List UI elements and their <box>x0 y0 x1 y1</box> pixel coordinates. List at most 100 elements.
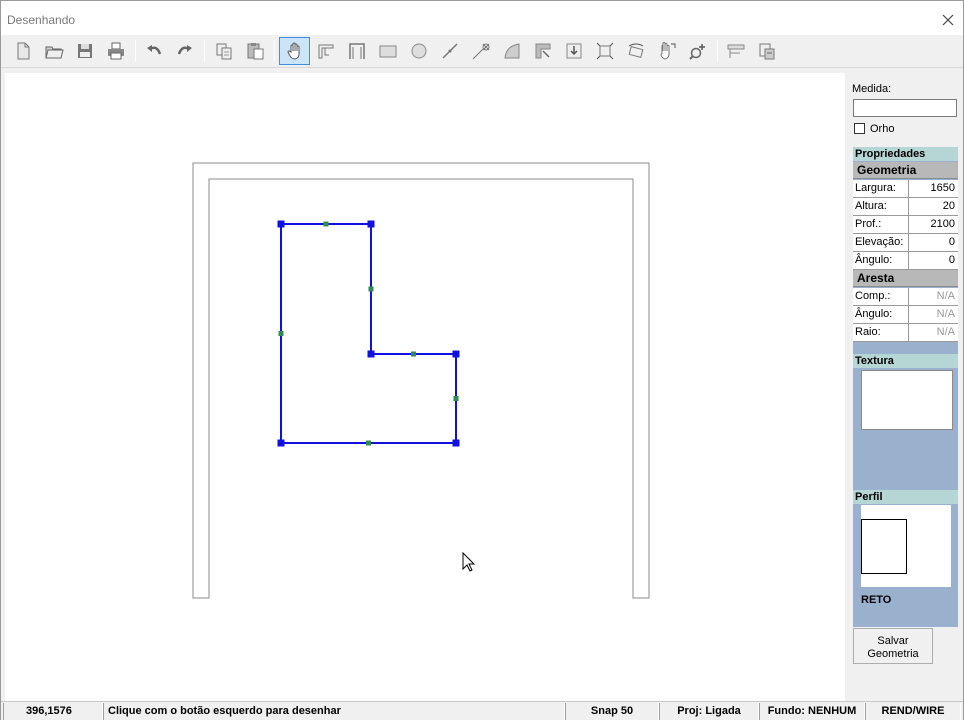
vertex-handle[interactable] <box>277 220 285 228</box>
frame-tool-button[interactable] <box>343 37 371 65</box>
salvar-geometria-button[interactable]: Salvar Geometria <box>853 628 933 664</box>
property-row-comp[interactable]: Comp.: N/A <box>853 288 958 306</box>
insert-tool-button[interactable] <box>560 37 588 65</box>
vertex-handle[interactable] <box>367 220 375 228</box>
save-icon <box>78 44 92 58</box>
perfil-preview[interactable] <box>861 505 951 587</box>
edge-midpoint-handle[interactable] <box>366 440 371 446</box>
perfil-value: RETO <box>861 594 892 606</box>
vertex-handle[interactable] <box>277 439 285 447</box>
line-tool-button[interactable] <box>436 37 464 65</box>
property-value[interactable]: 20 <box>910 198 957 215</box>
copy-button[interactable] <box>210 37 238 65</box>
stair-tool-button[interactable] <box>312 37 340 65</box>
paste-button[interactable] <box>241 37 269 65</box>
properties-box: Propriedades Geometria Largura: 1650 Alt… <box>853 147 958 627</box>
open-folder-icon <box>45 46 64 59</box>
property-row-largura[interactable]: Largura: 1650 <box>853 180 958 198</box>
edge-midpoint-handle[interactable] <box>453 396 459 401</box>
move-tool-button[interactable] <box>653 37 681 65</box>
shelf-icon <box>727 44 745 58</box>
toolbar-separator <box>204 40 205 62</box>
resize-icon <box>596 42 614 60</box>
pan-tool-button[interactable] <box>279 37 310 65</box>
new-file-button[interactable] <box>9 37 37 65</box>
vertex-handle[interactable] <box>367 350 375 358</box>
l-shape-outline[interactable] <box>280 223 457 444</box>
paste-icon <box>247 43 264 60</box>
property-row-prof[interactable]: Prof.: 2100 <box>853 216 958 234</box>
vertex-handle[interactable] <box>452 350 460 358</box>
shelf-tool-button[interactable] <box>722 37 750 65</box>
close-button[interactable] <box>937 9 959 31</box>
property-row-altura[interactable]: Altura: 20 <box>853 198 958 216</box>
arc-tool-button[interactable] <box>498 37 526 65</box>
save-file-button[interactable] <box>71 37 99 65</box>
close-icon <box>942 14 954 26</box>
property-value[interactable]: 0 <box>910 252 957 269</box>
open-file-button[interactable] <box>40 37 68 65</box>
medida-input[interactable] <box>853 99 957 117</box>
edge-midpoint-handle[interactable] <box>278 331 284 336</box>
drawing-surface[interactable] <box>5 73 845 701</box>
circle-tool-button[interactable] <box>405 37 433 65</box>
property-value: N/A <box>936 326 955 338</box>
property-value: N/A <box>936 290 955 302</box>
status-rend[interactable]: REND/WIRE <box>865 703 961 720</box>
arc-icon <box>504 43 520 59</box>
copy-icon <box>216 43 232 60</box>
status-proj[interactable]: Proj: Ligada <box>659 703 759 720</box>
export-tool-button[interactable] <box>753 37 781 65</box>
save-button-line2: Geometria <box>867 648 919 660</box>
new-file-icon <box>17 42 30 60</box>
room-wall-outline <box>192 162 650 599</box>
property-label: Elevação: <box>853 234 909 251</box>
insert-icon <box>566 43 582 59</box>
property-value[interactable]: 0 <box>910 234 957 251</box>
rectangle-tool-button[interactable] <box>374 37 402 65</box>
frame-icon <box>349 43 365 59</box>
properties-panel: Medida: Orho Propriedades Geometria Larg… <box>847 73 963 701</box>
redo-button[interactable] <box>171 37 199 65</box>
circle-icon <box>411 43 427 59</box>
scissors-icon <box>472 43 490 60</box>
status-fundo[interactable]: Fundo: NENHUM <box>759 703 865 720</box>
medida-label: Medida: <box>852 83 892 95</box>
rotate-icon <box>628 43 644 59</box>
orho-label: Orho <box>870 123 895 135</box>
edge-midpoint-handle[interactable] <box>411 351 416 357</box>
mouse-cursor-icon <box>462 551 476 572</box>
rotate-tool-button[interactable] <box>622 37 650 65</box>
l-shape-geometry[interactable] <box>277 220 460 447</box>
propriedades-header: Propriedades <box>853 147 958 161</box>
print-button[interactable] <box>102 37 130 65</box>
orho-checkbox[interactable] <box>854 123 865 134</box>
drawing-canvas[interactable] <box>5 73 845 701</box>
status-coords: 396,1576 <box>3 703 103 720</box>
vertex-handle[interactable] <box>452 439 460 447</box>
perfil-shape <box>861 519 907 574</box>
toolbar-divider <box>1 67 963 68</box>
textura-preview[interactable] <box>861 370 953 430</box>
property-row-angulo[interactable]: Ângulo: 0 <box>853 252 958 270</box>
property-row-elevacao[interactable]: Elevação: 0 <box>853 234 958 252</box>
stair-icon <box>318 44 334 59</box>
property-value[interactable]: 1650 <box>910 180 957 197</box>
perfil-header: Perfil <box>853 490 958 504</box>
status-snap[interactable]: Snap 50 <box>565 703 659 720</box>
resize-tool-button[interactable] <box>591 37 619 65</box>
edge-midpoint-handle[interactable] <box>368 286 374 292</box>
zoom-tool-button[interactable] <box>684 37 712 65</box>
edge-midpoint-handle[interactable] <box>323 221 329 227</box>
property-value[interactable]: 2100 <box>910 216 957 233</box>
property-label: Altura: <box>853 198 909 215</box>
export-icon <box>759 43 775 60</box>
move-hand-icon <box>660 42 676 60</box>
corner-tool-button[interactable] <box>529 37 557 65</box>
cut-line-tool-button[interactable] <box>467 37 495 65</box>
property-row-aresta-angulo[interactable]: Ângulo: N/A <box>853 306 958 324</box>
property-row-raio[interactable]: Raio: N/A <box>853 324 958 342</box>
title-bar: Desenhando <box>1 1 963 35</box>
line-icon <box>442 43 458 59</box>
undo-button[interactable] <box>140 37 168 65</box>
